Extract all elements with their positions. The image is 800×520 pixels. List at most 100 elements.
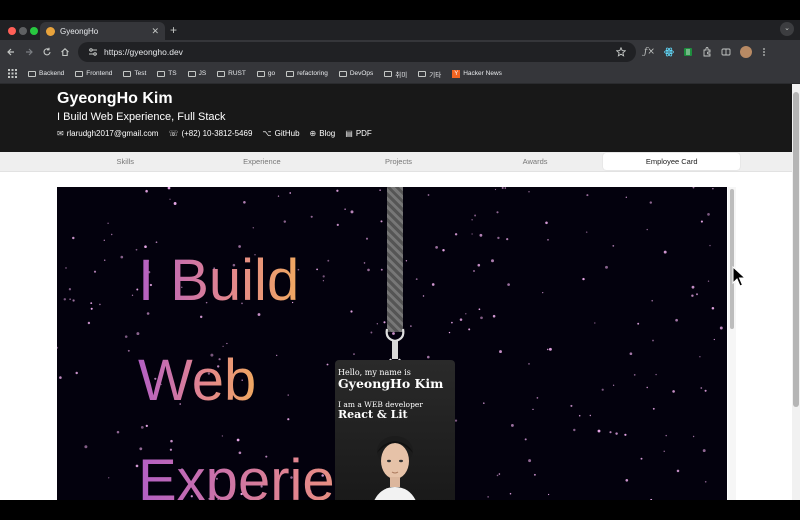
close-tab-icon[interactable]: ✕ xyxy=(151,26,159,37)
star xyxy=(532,408,534,411)
star xyxy=(696,293,698,296)
star xyxy=(103,259,106,261)
canvas-scrollbar-thumb[interactable] xyxy=(730,189,734,329)
react-devtools-icon[interactable] xyxy=(663,47,674,57)
phone-icon: ☏ xyxy=(168,129,179,138)
star xyxy=(699,356,701,358)
page-title: GyeongHo Kim xyxy=(57,90,173,107)
page-scrollbar-thumb[interactable] xyxy=(793,92,799,407)
split-view-icon[interactable] xyxy=(721,47,731,57)
card-stack: React & Lit xyxy=(338,408,408,421)
tab-search-button[interactable]: ⌄ xyxy=(780,22,794,36)
github-link[interactable]: ⌥ GitHub xyxy=(262,129,299,138)
fx-extension-icon[interactable]: ƒ× xyxy=(644,47,655,57)
star xyxy=(663,250,667,254)
blog-text: Blog xyxy=(319,129,336,138)
profile-avatar-icon[interactable] xyxy=(739,46,752,58)
maximize-window-button[interactable] xyxy=(30,27,38,35)
folder-icon xyxy=(123,70,132,77)
bookmark-folder[interactable]: refactoring xyxy=(286,70,328,77)
minimize-window-button[interactable] xyxy=(19,27,27,35)
tab-experience[interactable]: Experience xyxy=(194,153,331,170)
contact-links: ✉ rlarudgh2017@gmail.com ☏ (+82) 10-3812-5… xyxy=(57,129,800,138)
forward-icon[interactable] xyxy=(24,47,34,57)
bookmark-folder[interactable]: RUST xyxy=(217,70,246,77)
star xyxy=(287,418,290,421)
email-link[interactable]: ✉ rlarudgh2017@gmail.com xyxy=(57,129,158,138)
star xyxy=(652,339,654,342)
employee-id-card[interactable]: Hello, my name is GyeongHo Kim I am a WE… xyxy=(335,360,455,500)
star xyxy=(287,394,289,396)
star xyxy=(108,477,110,479)
bookmark-folder[interactable]: go xyxy=(256,70,275,77)
url-text[interactable]: https://gyeongho.dev xyxy=(104,47,610,57)
star xyxy=(236,438,240,442)
star xyxy=(582,277,585,281)
lanyard-strap[interactable] xyxy=(387,187,403,332)
tagline: I Build Web Experience, Full Stack xyxy=(57,111,226,123)
star xyxy=(379,189,381,191)
bookmark-folder[interactable]: JS xyxy=(187,70,206,77)
tab-projects[interactable]: Projects xyxy=(330,153,467,170)
blog-link[interactable]: ⊕ Blog xyxy=(310,129,336,138)
canvas-scrollbar[interactable] xyxy=(728,187,736,500)
tab-employee-card[interactable]: Employee Card xyxy=(603,153,740,170)
star xyxy=(477,263,481,267)
star xyxy=(528,191,530,193)
phone-link[interactable]: ☏ (+82) 10-3812-5469 xyxy=(168,129,252,138)
back-icon[interactable] xyxy=(6,47,16,57)
tab-skills[interactable]: Skills xyxy=(57,153,194,170)
bookmark-star-icon[interactable] xyxy=(616,47,626,57)
github-icon: ⌥ xyxy=(262,129,272,138)
sheets-extension-icon[interactable] xyxy=(683,47,693,57)
pdf-link[interactable]: ▤ PDF xyxy=(345,129,372,138)
bookmark-folder[interactable]: Frontend xyxy=(75,70,112,77)
star xyxy=(594,322,596,324)
home-icon[interactable] xyxy=(60,47,70,57)
star xyxy=(127,349,130,352)
star xyxy=(131,294,134,296)
star xyxy=(507,283,510,286)
folder-icon xyxy=(75,70,84,77)
star xyxy=(487,496,489,498)
star xyxy=(665,434,667,437)
employee-card-canvas[interactable]: I Build Web Experience Hello, my name is… xyxy=(57,187,727,500)
extensions-icon[interactable] xyxy=(702,47,712,57)
bookmark-folder[interactable]: TS xyxy=(157,70,177,77)
address-bar[interactable]: https://gyeongho.dev xyxy=(78,42,636,62)
star xyxy=(612,384,615,386)
github-text: GitHub xyxy=(274,129,300,138)
section-tabs: Skills Experience Projects Awards Employ… xyxy=(0,152,800,172)
bookmark-folder[interactable]: 취미 xyxy=(384,69,407,79)
star xyxy=(700,220,703,223)
star xyxy=(625,478,629,482)
bookmark-folder[interactable]: 기타 xyxy=(418,69,441,79)
reload-icon[interactable] xyxy=(42,47,52,57)
star xyxy=(546,348,549,351)
star xyxy=(633,374,636,376)
new-tab-button[interactable]: + xyxy=(170,23,177,37)
star xyxy=(68,288,72,291)
star xyxy=(719,326,723,330)
bookmark-folder[interactable]: Test xyxy=(123,70,146,77)
star xyxy=(692,187,695,189)
apps-grid-icon[interactable] xyxy=(8,69,17,78)
close-window-button[interactable] xyxy=(8,27,16,35)
browser-tab[interactable]: GyeongHo ✕ xyxy=(40,22,165,40)
site-info-icon[interactable] xyxy=(88,47,98,57)
globe-icon: ⊕ xyxy=(309,129,317,138)
bookmark-folder[interactable]: Backend xyxy=(28,70,64,77)
star xyxy=(496,211,499,214)
star xyxy=(75,371,78,375)
star xyxy=(640,457,643,460)
page-scrollbar[interactable] xyxy=(792,84,800,500)
folder-icon xyxy=(217,70,226,77)
menu-icon[interactable] xyxy=(761,47,767,57)
star xyxy=(57,346,59,349)
bookmark-hacker-news[interactable]: Y Hacker News xyxy=(452,69,502,78)
tab-awards[interactable]: Awards xyxy=(467,153,604,170)
star xyxy=(646,386,648,389)
star xyxy=(350,310,353,313)
star xyxy=(655,373,657,376)
bookmark-folder[interactable]: DevOps xyxy=(338,70,373,77)
